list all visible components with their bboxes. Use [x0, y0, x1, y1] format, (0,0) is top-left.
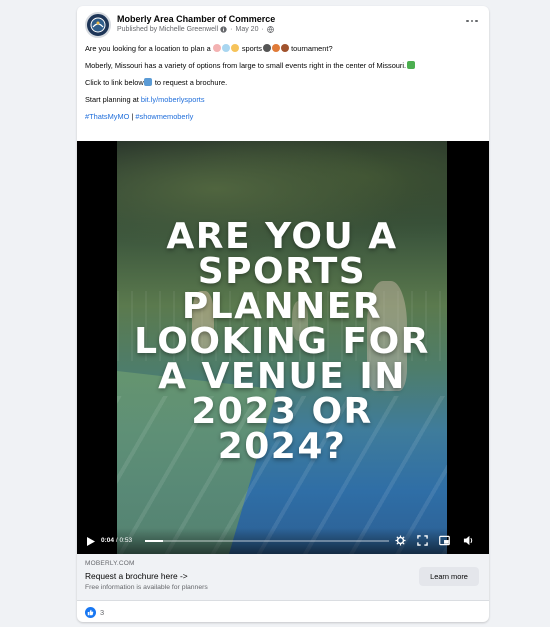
meta-separator: · — [230, 26, 233, 33]
meta-separator-2: · — [261, 26, 264, 33]
post-line-2-text: Moberly, Missouri has a variety of optio… — [85, 61, 407, 70]
published-by[interactable]: Published by Michelle Greenwell — [117, 26, 218, 33]
link-title[interactable]: Request a brochure here -> — [85, 571, 188, 581]
link-emoji-icon — [144, 78, 153, 86]
video-time: 0:04 / 0:53 — [101, 537, 132, 544]
post-card: Moberly Area Chamber of Commerce Publish… — [77, 6, 489, 622]
post-meta: Published by Michelle Greenwell · May 20… — [117, 26, 274, 33]
post-date[interactable]: May 20 — [236, 26, 259, 33]
post-text: Are you looking for a location to plan a… — [85, 44, 481, 129]
post-hashtags: #ThatsMyMO | #showmemoberly — [85, 112, 481, 122]
post-line-1-end: tournament? — [291, 44, 333, 53]
page-name-link[interactable]: Moberly Area Chamber of Commerce — [117, 14, 275, 24]
post-line-3-start: Click to link below — [85, 78, 144, 87]
sports-link[interactable]: bit.ly/moberlysports — [141, 95, 205, 104]
post-line-4: Start planning at bit.ly/moberlysports — [85, 95, 481, 105]
emoji-icon — [222, 44, 231, 52]
hashtag-separator: | — [131, 112, 134, 121]
hashtag-thatsmymo[interactable]: #ThatsMyMO — [85, 112, 129, 121]
hashtag-showmemoberly[interactable]: #showmemoberly — [135, 112, 193, 121]
headline-line: 2023 OR — [191, 391, 373, 432]
video-progress-fill — [145, 540, 164, 542]
reactions-summary[interactable]: 3 — [85, 607, 104, 618]
volume-icon[interactable] — [463, 535, 474, 546]
headline-line: LOOKING FOR — [134, 321, 430, 362]
headline-line: 2024? — [217, 426, 347, 467]
video-progress-bar[interactable] — [145, 540, 389, 542]
soccer-ball-icon — [262, 44, 271, 52]
chamber-logo-icon — [90, 17, 106, 33]
like-reaction-icon — [85, 607, 96, 618]
emoji-icon — [231, 44, 240, 52]
check-mark-icon — [406, 61, 415, 69]
post-line-1: Are you looking for a location to plan a… — [85, 44, 481, 54]
page-avatar[interactable] — [85, 12, 111, 38]
info-icon[interactable] — [220, 26, 227, 33]
reaction-count: 3 — [100, 608, 105, 617]
post-header: Moberly Area Chamber of Commerce Publish… — [77, 6, 489, 40]
link-preview-card[interactable]: MOBERLY.COM Request a brochure here -> F… — [77, 554, 489, 601]
headline-line: A VENUE IN — [158, 356, 406, 397]
post-line-4-prefix: Start planning at — [85, 95, 139, 104]
learn-more-button[interactable]: Learn more — [419, 567, 479, 586]
post-line-2: Moberly, Missouri has a variety of optio… — [85, 61, 481, 71]
football-icon — [280, 44, 289, 52]
post-line-3: Click to link below to request a brochur… — [85, 78, 481, 88]
video-duration: 0:53 — [119, 537, 133, 544]
settings-gear-icon[interactable] — [395, 535, 406, 546]
basketball-icon — [271, 44, 280, 52]
fullscreen-icon[interactable] — [417, 535, 428, 546]
more-options-icon[interactable] — [465, 16, 479, 26]
link-domain: MOBERLY.COM — [85, 560, 135, 567]
current-time: 0:04 — [101, 537, 115, 544]
post-line-3-end: to request a brochure. — [154, 78, 228, 87]
video-headline: ARE YOU A SPORTS PLANNER LOOKING FOR A V… — [117, 216, 447, 467]
video-controls: 0:04 / 0:53 — [77, 528, 489, 554]
video-player[interactable]: ARE YOU A SPORTS PLANNER LOOKING FOR A V… — [77, 141, 489, 554]
headline-line: ARE YOU A — [166, 216, 398, 257]
link-subtitle: Free information is available for planne… — [85, 584, 208, 591]
post-line-1-start: Are you looking for a location to plan a — [85, 44, 211, 53]
post-line-1-sports: sports — [241, 44, 262, 53]
picture-in-picture-icon[interactable] — [439, 535, 450, 546]
play-icon[interactable] — [87, 537, 95, 546]
headline-line: PLANNER — [181, 286, 383, 327]
globe-icon — [266, 26, 274, 33]
headline-line: SPORTS — [197, 251, 367, 292]
emoji-icon — [213, 44, 222, 52]
